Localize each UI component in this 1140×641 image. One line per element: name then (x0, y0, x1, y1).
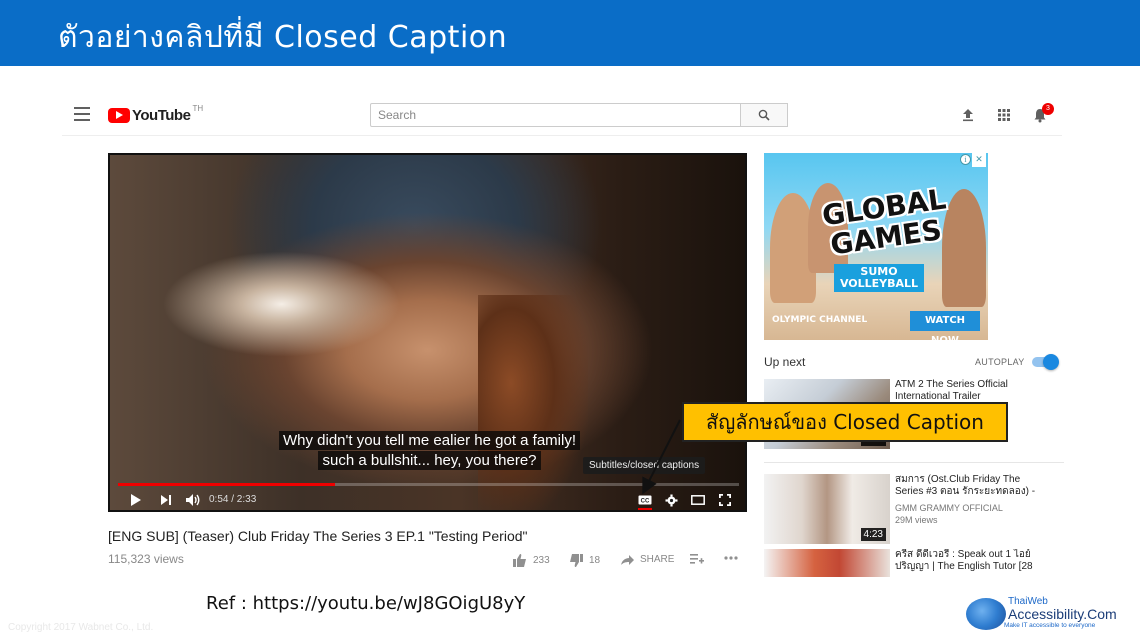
dislike-count: 18 (589, 555, 601, 566)
youtube-logo[interactable]: YouTube TH (108, 104, 204, 124)
next-icon[interactable] (159, 491, 173, 509)
video-thumbnail: 4:23 (764, 474, 890, 544)
ad-close-icon[interactable]: ✕ (972, 153, 986, 167)
recommendation-item[interactable]: ครีส ดีดีเวอรี : Speak out 1 ไอย์ ปริญญา… (764, 549, 1064, 577)
ad-headline: GLOBAL GAMES (820, 182, 948, 262)
ad-info-icon[interactable]: i (960, 154, 971, 165)
video-frame-detail (478, 295, 588, 510)
more-horizontal-icon (724, 556, 738, 560)
video-player[interactable]: Why didn't you tell me ealier he got a f… (108, 153, 747, 512)
divider (764, 462, 1064, 463)
share-button[interactable]: SHARE (621, 554, 674, 565)
logo-line-2: Accessibility.Com (1008, 606, 1117, 622)
slide-title: ตัวอย่างคลิปที่มี Closed Caption (58, 20, 508, 55)
fullscreen-icon[interactable] (717, 491, 733, 509)
reference-link[interactable]: Ref : https://youtu.be/wJ8GOigU8yY (206, 593, 525, 614)
settings-gear-icon[interactable] (663, 491, 679, 509)
up-next-heading: Up next (764, 355, 806, 369)
thumbs-up-icon (513, 554, 526, 567)
video-title: [ENG SUB] (Teaser) Club Friday The Serie… (108, 528, 528, 544)
caption-line-1: Why didn't you tell me ealier he got a f… (279, 431, 580, 450)
svg-text:CC: CC (641, 499, 650, 505)
slide: ตัวอย่างคลิปที่มี Closed Caption YouTube… (0, 0, 1140, 641)
add-to-playlist-icon (690, 554, 704, 564)
caption-line-2: such a bullshit... hey, you there? (318, 451, 541, 470)
search-button[interactable] (740, 103, 788, 127)
apps-icon[interactable] (995, 106, 1013, 124)
time-display: 0:54 / 2:33 (209, 494, 257, 505)
toggle-knob (1043, 354, 1059, 370)
sidebar-ad[interactable]: GLOBAL GAMES SUMO VOLLEYBALL OLYMPIC CHA… (764, 153, 988, 340)
thumbs-down-icon (570, 554, 583, 567)
recommendation-title: สมการ (Ost.Club Friday The Series #3 ตอน… (895, 474, 1036, 497)
thaiweb-accessibility-logo: ThaiWeb Accessibility.Com Make IT access… (966, 596, 1117, 632)
ad-subhead: SUMO VOLLEYBALL (834, 264, 924, 292)
title-bar: ตัวอย่างคลิปที่มี Closed Caption (0, 0, 1140, 66)
like-count: 233 (533, 555, 550, 566)
caption-line-1-row: Why didn't you tell me ealier he got a f… (110, 430, 745, 450)
copyright-text: Copyright 2017 Wabnet Co., Ltd. (8, 622, 154, 633)
more-actions-button[interactable] (724, 556, 738, 560)
region-code: TH (192, 104, 204, 113)
recommendation-views: 29M views (895, 515, 938, 525)
recommendation-title: ครีส ดีดีเวอรี : Speak out 1 ไอย์ ปริญญา… (895, 549, 1033, 572)
notification-badge: 3 (1042, 103, 1054, 115)
youtube-logo-text: YouTube (132, 106, 191, 124)
theater-mode-icon[interactable] (690, 491, 706, 509)
recommendation-title: ATM 2 The Series Official International … (895, 379, 1008, 402)
olympic-channel-logo: OLYMPIC CHANNEL (772, 315, 868, 325)
cc-active-indicator (638, 508, 652, 510)
globe-logo-icon (966, 598, 1006, 630)
dislike-button[interactable]: 18 (569, 554, 600, 567)
add-to-playlist-button[interactable] (690, 554, 704, 564)
cc-callout: สัญลักษณ์ของ Closed Caption (682, 402, 1008, 442)
video-duration: 4:23 (860, 528, 886, 541)
youtube-header: YouTube TH Search 3 (62, 96, 1062, 136)
watch-now-button[interactable]: WATCH NOW (910, 311, 980, 340)
menu-icon[interactable] (74, 107, 90, 121)
logo-tagline: Make IT accessible to everyone (1004, 622, 1096, 629)
view-count: 115,323 views (108, 552, 184, 566)
progress-bar[interactable] (118, 483, 739, 486)
closed-captions-icon[interactable]: CC (637, 491, 653, 509)
play-icon[interactable] (128, 491, 142, 509)
share-icon (621, 554, 634, 565)
volume-icon[interactable] (184, 491, 202, 509)
search-input[interactable]: Search (370, 103, 741, 127)
share-label: SHARE (640, 554, 675, 565)
progress-played (118, 483, 336, 486)
cc-tooltip: Subtitles/closed captions (583, 457, 706, 474)
channel-name: GMM GRAMMY OFFICIAL (895, 503, 1003, 513)
autoplay-toggle[interactable] (1032, 354, 1059, 370)
upload-icon[interactable] (959, 106, 977, 124)
ad-figure (942, 189, 986, 307)
youtube-play-logo-icon (108, 107, 130, 123)
search-icon (758, 109, 770, 121)
like-button[interactable]: 233 (513, 554, 550, 567)
autoplay-label: AUTOPLAY (975, 357, 1025, 367)
video-thumbnail (764, 549, 890, 577)
player-controls: 0:54 / 2:33 CC (110, 489, 745, 510)
recommendation-item[interactable]: 4:23 สมการ (Ost.Club Friday The Series #… (764, 474, 1064, 546)
